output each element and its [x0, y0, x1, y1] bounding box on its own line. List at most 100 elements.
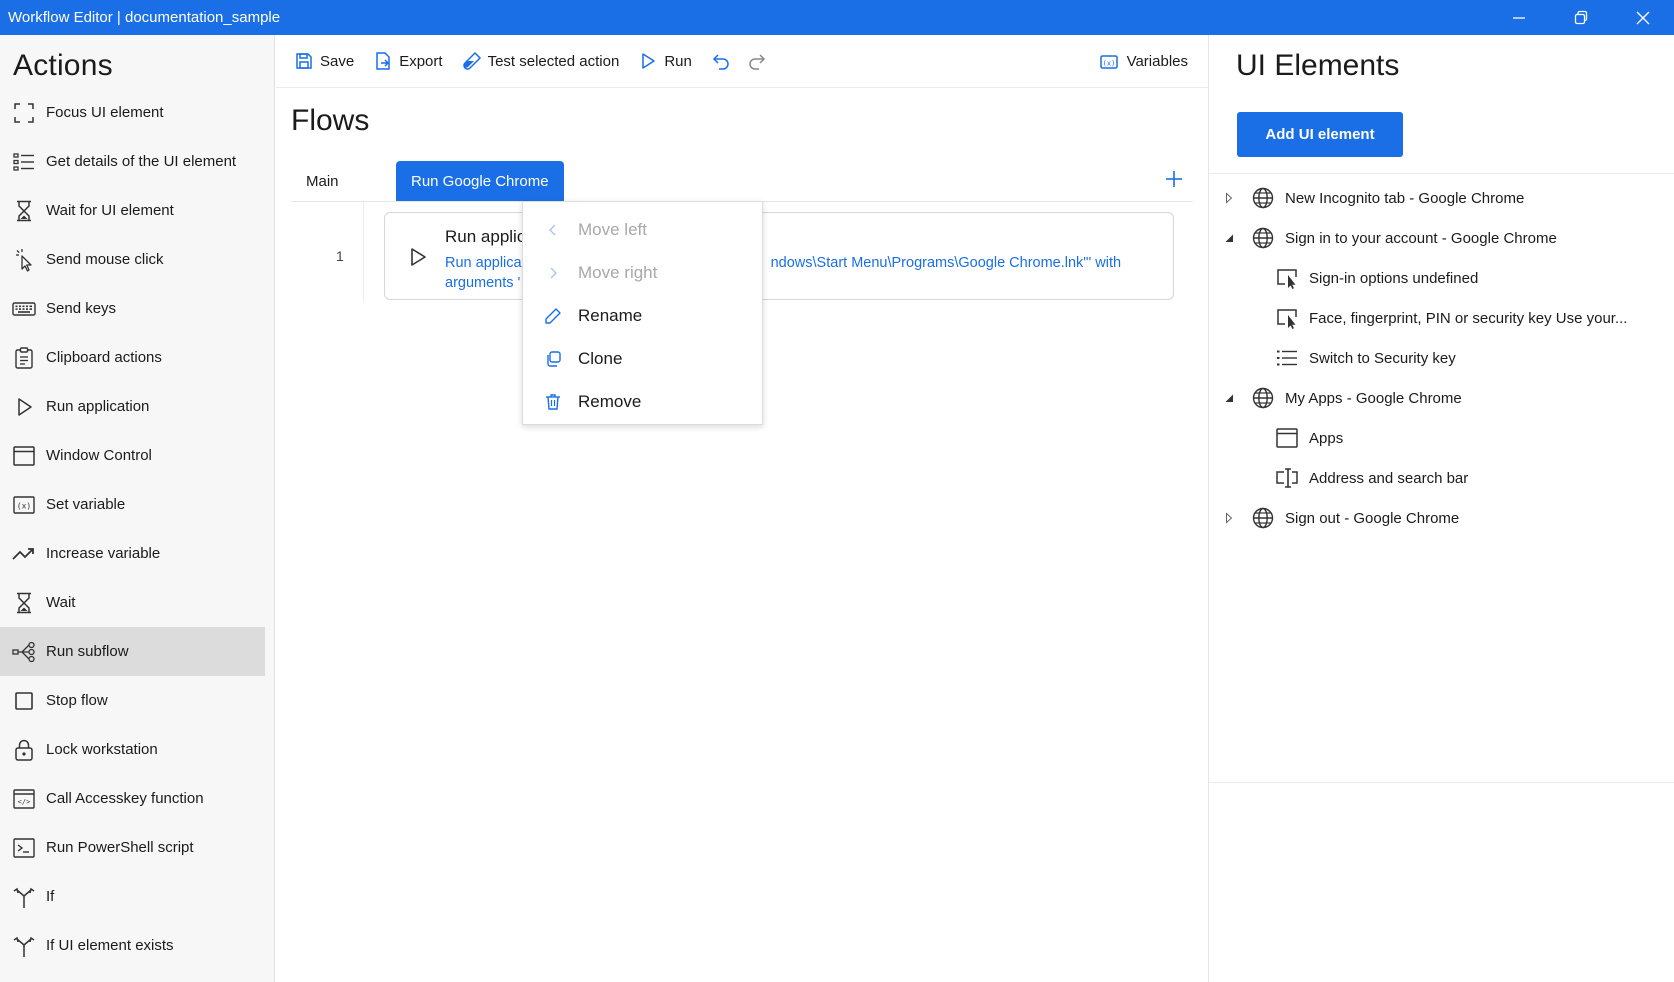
- tree-node-new-incognito-tab-google-chrome[interactable]: New Incognito tab - Google Chrome: [1209, 178, 1674, 218]
- chevron-right-icon: [543, 263, 563, 283]
- variables-button[interactable]: (x) Variables: [1099, 35, 1188, 88]
- action-item-label: Focus UI element: [46, 104, 164, 121]
- action-item-clipboard-actions[interactable]: Clipboard actions: [0, 333, 265, 382]
- play-icon: [11, 394, 37, 420]
- action-item-label: If UI element exists: [46, 937, 174, 954]
- stop-icon: [11, 688, 37, 714]
- action-card-title: Run applic: [445, 227, 526, 246]
- action-item-wait[interactable]: Wait: [0, 578, 265, 627]
- globe-icon: [1251, 506, 1275, 530]
- menu-item-move-left[interactable]: Move left: [523, 208, 762, 251]
- tab-run-google-chrome[interactable]: Run Google Chrome: [396, 161, 564, 201]
- export-icon: [376, 52, 390, 70]
- action-item-lock-workstation[interactable]: Lock workstation: [0, 725, 265, 774]
- menu-item-clone[interactable]: Clone: [523, 337, 762, 380]
- test-label: Test selected action: [487, 52, 620, 70]
- save-button[interactable]: Save: [294, 51, 354, 71]
- tree-node-face-fingerprint-pin-or-security-key-use-your[interactable]: Face, fingerprint, PIN or security key U…: [1209, 298, 1674, 338]
- add-flow-icon[interactable]: [1165, 170, 1183, 193]
- save-label: Save: [320, 52, 355, 70]
- description-line2: arguments ': [445, 275, 521, 291]
- action-item-label: Send mouse click: [46, 251, 164, 268]
- test-selected-action-button[interactable]: Test selected action: [462, 51, 620, 71]
- window-title: Workflow Editor | documentation_sample: [8, 9, 281, 26]
- close-icon[interactable]: [1612, 0, 1674, 35]
- globe-icon: [1251, 186, 1275, 210]
- gutter-line: [363, 202, 364, 302]
- menu-item-label: Move left: [578, 219, 647, 239]
- action-item-send-mouse-click[interactable]: Send mouse click: [0, 235, 265, 284]
- tree-node-label: Address and search bar: [1309, 469, 1469, 487]
- tree-node-address-and-search-bar[interactable]: Address and search bar: [1209, 458, 1674, 498]
- svg-text:</>: </>: [18, 798, 31, 806]
- caret-right-icon[interactable]: [1224, 511, 1234, 525]
- textbox-icon: [1275, 466, 1299, 490]
- action-item-focus-ui-element[interactable]: Focus UI element: [0, 88, 265, 137]
- action-item-label: Send keys: [46, 300, 117, 317]
- action-item-run-powershell-script[interactable]: Run PowerShell script: [0, 823, 265, 872]
- save-icon: [296, 53, 312, 69]
- menu-item-rename[interactable]: Rename: [523, 294, 762, 337]
- action-item-run-subflow[interactable]: Run subflow: [0, 627, 265, 676]
- run-label: Run: [664, 52, 692, 70]
- action-item-label: Run application: [46, 398, 150, 415]
- tab-main[interactable]: Main: [291, 161, 396, 201]
- tree-node-apps[interactable]: Apps: [1209, 418, 1674, 458]
- action-item-stop-flow[interactable]: Stop flow: [0, 676, 265, 725]
- tree-node-label: Sign out - Google Chrome: [1285, 509, 1460, 527]
- ui-elements-title: UI Elements: [1236, 49, 1400, 82]
- export-button[interactable]: Export: [373, 51, 443, 71]
- action-item-if[interactable]: If: [0, 872, 265, 921]
- hourglass-icon: [11, 198, 37, 224]
- details-list-icon: [11, 149, 37, 175]
- tree-node-sign-in-to-your-account-google-chrome[interactable]: Sign in to your account - Google Chrome: [1209, 218, 1674, 258]
- hourglass-icon: [11, 590, 37, 616]
- action-card-run-application[interactable]: Run applic Run applicat ndows\Start Menu\…: [384, 212, 1174, 300]
- menu-item-label: Rename: [578, 305, 643, 325]
- action-item-run-application[interactable]: Run application: [0, 382, 265, 431]
- action-item-set-variable[interactable]: (x) Set variable: [0, 480, 265, 529]
- description-start: Run applicat: [445, 255, 526, 271]
- window-icon: [1275, 426, 1299, 450]
- list-icon: [1275, 346, 1299, 370]
- lock-icon: [11, 737, 37, 763]
- menu-item-label: Clone: [578, 348, 623, 368]
- test-tube-icon: [462, 51, 481, 70]
- minimize-icon[interactable]: [1488, 0, 1550, 35]
- run-button[interactable]: Run: [638, 51, 692, 71]
- tree-node-label: Face, fingerprint, PIN or security key U…: [1309, 309, 1628, 327]
- action-item-if-ui-element-exists[interactable]: If UI element exists: [0, 921, 265, 970]
- action-item-get-details-of-the-ui-element[interactable]: Get details of the UI element: [0, 137, 265, 186]
- action-item-send-keys[interactable]: Send keys: [0, 284, 265, 333]
- tree-node-sign-in-options-undefined[interactable]: Sign-in options undefined: [1209, 258, 1674, 298]
- restore-icon[interactable]: [1550, 0, 1612, 35]
- action-item-label: Clipboard actions: [46, 349, 162, 366]
- undo-icon[interactable]: [711, 51, 731, 71]
- globe-icon: [1251, 226, 1275, 250]
- action-item-wait-for-ui-element[interactable]: Wait for UI element: [0, 186, 265, 235]
- flow-tabs: Main Run Google Chrome: [291, 156, 1193, 202]
- mouse-click-icon: [11, 247, 37, 273]
- add-ui-element-button[interactable]: Add UI element: [1237, 112, 1403, 157]
- menu-item-move-right[interactable]: Move right: [523, 251, 762, 294]
- screen-click-icon: [1275, 306, 1299, 330]
- action-item-label: Stop flow: [46, 692, 108, 709]
- tree-node-my-apps-google-chrome[interactable]: My Apps - Google Chrome: [1209, 378, 1674, 418]
- caret-right-icon[interactable]: [1224, 191, 1234, 205]
- caret-down-icon[interactable]: [1224, 231, 1234, 245]
- action-item-window-control[interactable]: Window Control: [0, 431, 265, 480]
- tree-node-switch-to-security-key[interactable]: Switch to Security key: [1209, 338, 1674, 378]
- globe-icon: [1251, 386, 1275, 410]
- tree-node-sign-out-google-chrome[interactable]: Sign out - Google Chrome: [1209, 498, 1674, 538]
- caret-down-icon[interactable]: [1224, 391, 1234, 405]
- redo-icon[interactable]: [747, 51, 767, 71]
- tree-node-label: Sign in to your account - Google Chrome: [1285, 229, 1557, 247]
- action-item-call-accesskey-function[interactable]: </> Call Accesskey function: [0, 774, 265, 823]
- tree-node-label: Switch to Security key: [1309, 349, 1456, 367]
- play-icon: [409, 247, 427, 272]
- menu-item-remove[interactable]: Remove: [523, 380, 762, 423]
- tree-node-label: My Apps - Google Chrome: [1285, 389, 1462, 407]
- action-item-label: Window Control: [46, 447, 152, 464]
- action-item-increase-variable[interactable]: Increase variable: [0, 529, 265, 578]
- variable-icon: (x): [11, 492, 37, 518]
